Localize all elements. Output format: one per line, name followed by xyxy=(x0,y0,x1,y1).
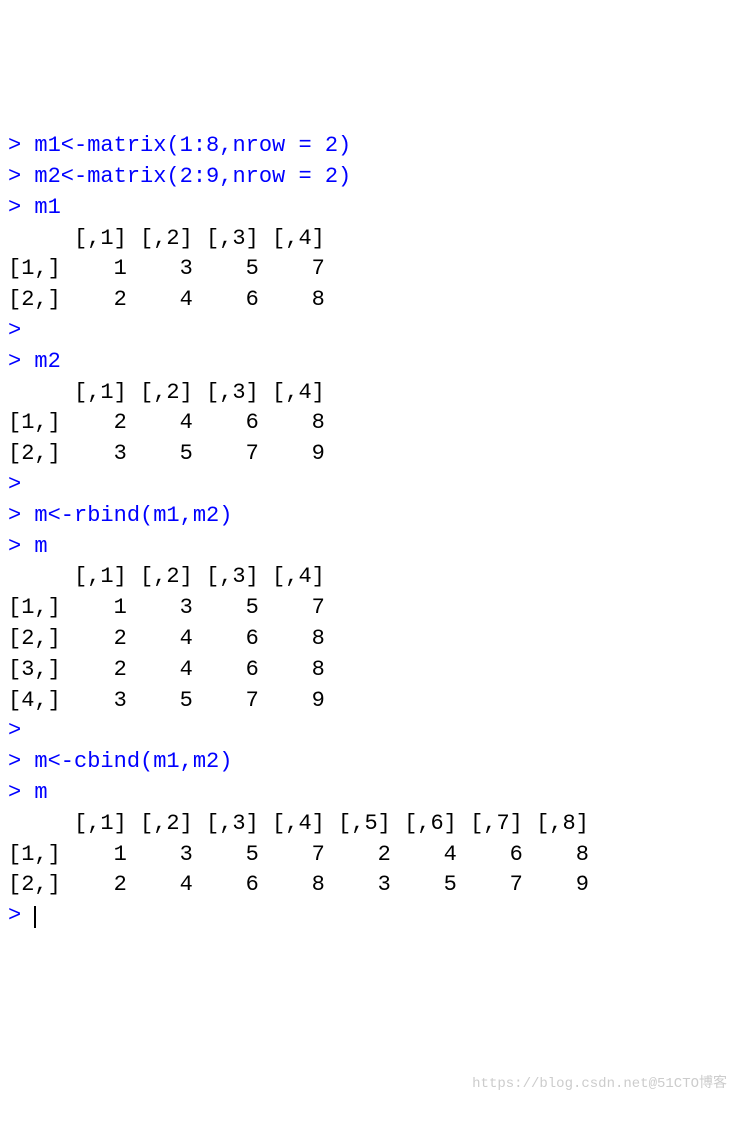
prompt: > xyxy=(8,195,21,220)
code-input: m1 xyxy=(21,195,61,220)
console-output: [2,] 2 4 6 8 xyxy=(8,287,325,312)
code-input: m<-cbind(m1,m2) xyxy=(21,749,232,774)
cursor xyxy=(34,906,36,928)
console-output: [1,] 1 3 5 7 xyxy=(8,256,325,281)
console-output: [2,] 2 4 6 8 3 5 7 9 xyxy=(8,872,589,897)
prompt: > xyxy=(8,164,21,189)
code-input xyxy=(21,903,34,928)
code-input xyxy=(21,318,34,343)
prompt: > xyxy=(8,133,21,158)
r-console[interactable]: > m1<-matrix(1:8,nrow = 2) > m2<-matrix(… xyxy=(8,131,729,932)
prompt: > xyxy=(8,472,21,497)
code-input: m2<-matrix(2:9,nrow = 2) xyxy=(21,164,351,189)
code-input xyxy=(21,718,34,743)
console-output: [1,] 1 3 5 7 xyxy=(8,595,325,620)
console-output: [,1] [,2] [,3] [,4] xyxy=(8,226,325,251)
console-output: [,1] [,2] [,3] [,4] xyxy=(8,564,325,589)
code-input: m1<-matrix(1:8,nrow = 2) xyxy=(21,133,351,158)
prompt: > xyxy=(8,318,21,343)
console-output: [,1] [,2] [,3] [,4] xyxy=(8,380,325,405)
prompt: > xyxy=(8,534,21,559)
console-output: [,1] [,2] [,3] [,4] [,5] [,6] [,7] [,8] xyxy=(8,811,589,836)
code-input: m<-rbind(m1,m2) xyxy=(21,503,232,528)
prompt: > xyxy=(8,503,21,528)
code-input: m2 xyxy=(21,349,61,374)
code-input: m xyxy=(21,780,47,805)
console-output: [1,] 2 4 6 8 xyxy=(8,410,325,435)
console-output: [4,] 3 5 7 9 xyxy=(8,688,325,713)
prompt: > xyxy=(8,749,21,774)
watermark: https://blog.csdn.net@51CTO博客 xyxy=(472,1075,727,1095)
console-output: [3,] 2 4 6 8 xyxy=(8,657,325,682)
console-output: [2,] 3 5 7 9 xyxy=(8,441,325,466)
code-input: m xyxy=(21,534,47,559)
prompt: > xyxy=(8,349,21,374)
prompt: > xyxy=(8,780,21,805)
console-output: [1,] 1 3 5 7 2 4 6 8 xyxy=(8,842,589,867)
console-output: [2,] 2 4 6 8 xyxy=(8,626,325,651)
prompt: > xyxy=(8,903,21,928)
code-input xyxy=(21,472,34,497)
prompt: > xyxy=(8,718,21,743)
